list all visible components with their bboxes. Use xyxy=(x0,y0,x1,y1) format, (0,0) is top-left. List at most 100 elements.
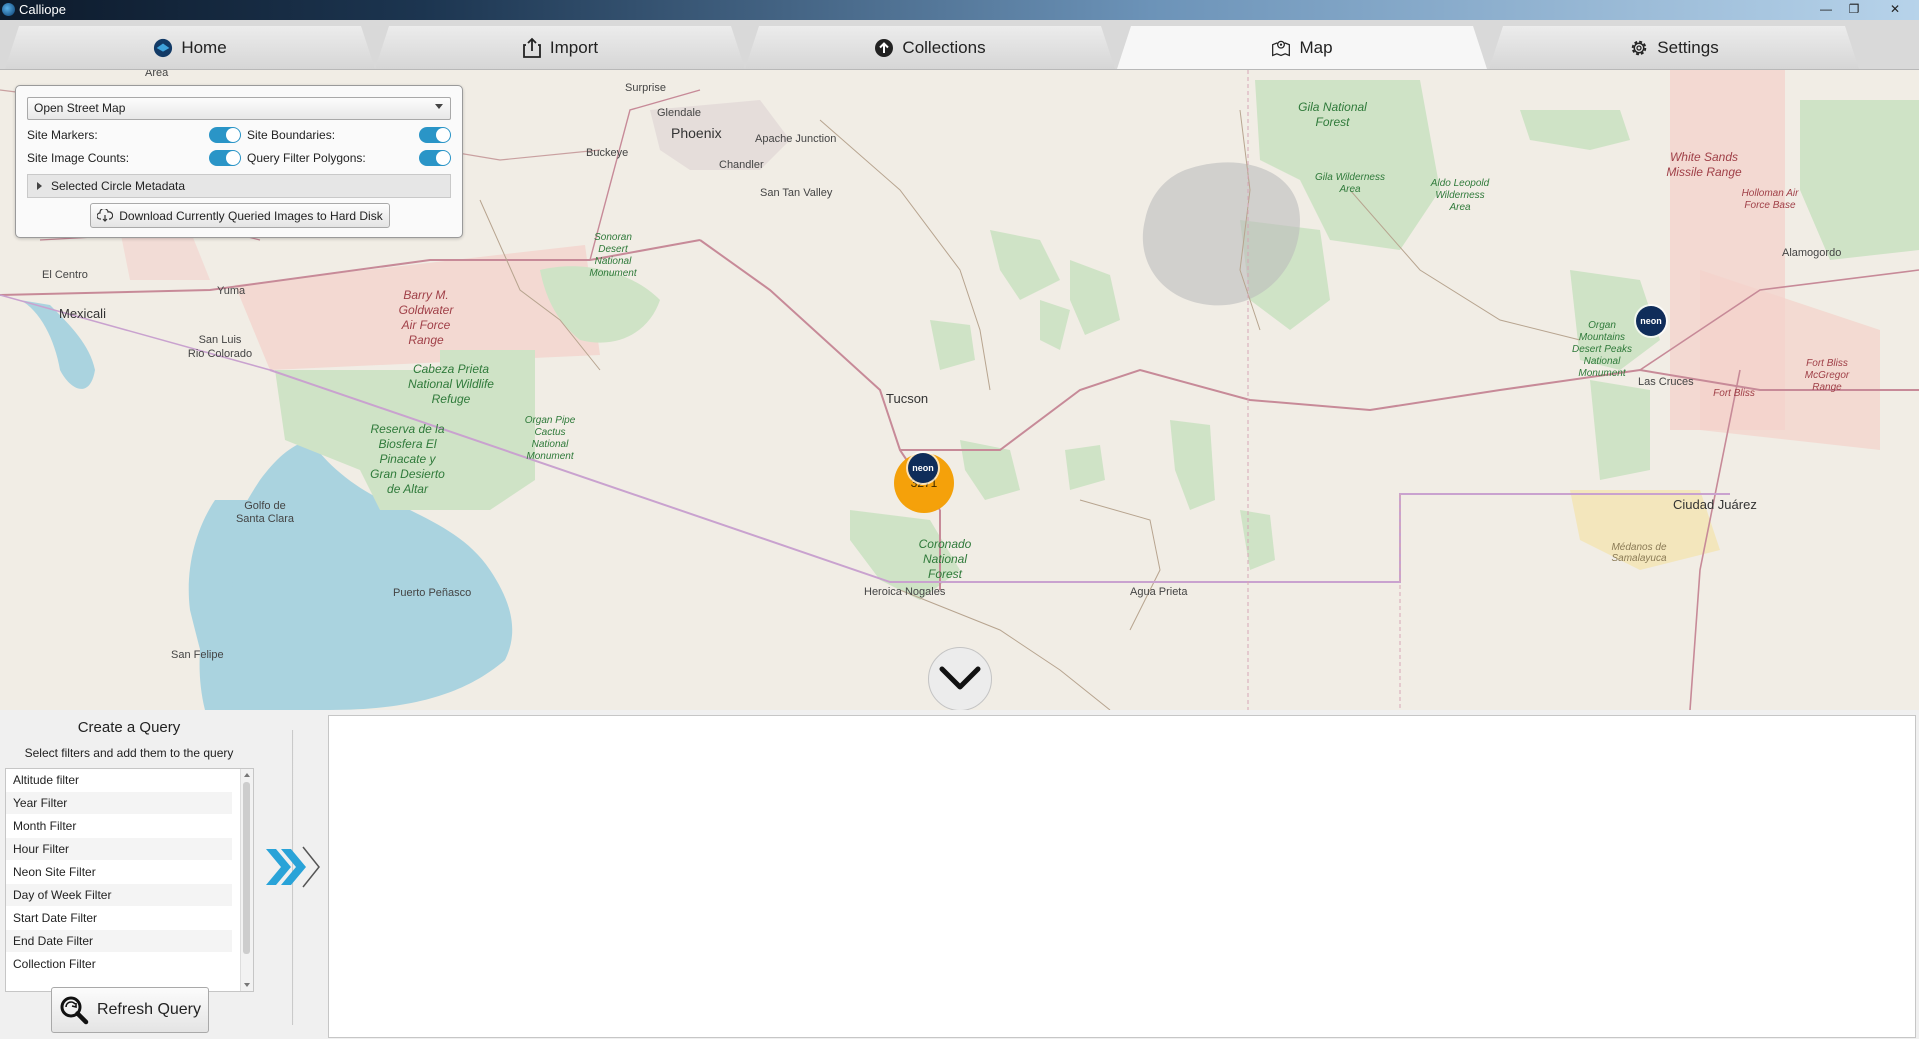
restore-icon[interactable]: ❐ xyxy=(1843,2,1865,17)
map-label-glendale: Glendale xyxy=(657,107,702,119)
tab-map[interactable]: Map xyxy=(1117,26,1487,69)
tab-collections[interactable]: Collections xyxy=(745,26,1115,69)
download-images-button[interactable]: Download Currently Queried Images to Har… xyxy=(90,203,390,228)
query-filter-polygons-label: Query Filter Polygons: xyxy=(247,151,366,165)
map-label-heroica-nogales: Heroica Nogales xyxy=(864,586,946,598)
tab-label: Map xyxy=(1299,37,1333,57)
filter-list-scrollbar[interactable] xyxy=(240,769,253,991)
main-tab-bar: Home Import Collections Map Settings xyxy=(0,20,1919,70)
neon-site-marker[interactable]: neon xyxy=(1636,306,1666,336)
expand-triangle-icon xyxy=(37,182,42,190)
gear-icon xyxy=(1629,38,1649,58)
list-item[interactable]: Collection Filter xyxy=(6,953,232,976)
tab-settings[interactable]: Settings xyxy=(1489,26,1859,69)
map-label-organ-pipe: Organ Pipe Cactus National Monument xyxy=(524,415,576,462)
window-titlebar: Calliope — ❐ ✕ xyxy=(0,0,1919,20)
list-item[interactable]: Start Date Filter xyxy=(6,907,232,930)
map-label-gila-nf: Gila National Forest xyxy=(1298,100,1367,129)
scroll-down-icon[interactable] xyxy=(244,983,250,987)
neon-site-marker[interactable]: neon xyxy=(908,453,938,483)
map-label-fort-bliss: Fort Bliss xyxy=(1713,388,1755,399)
site-markers-toggle[interactable] xyxy=(209,127,241,143)
map-label-alamogordo: Alamogordo xyxy=(1782,247,1842,259)
map-label-mexicali: Mexicali xyxy=(59,306,106,321)
dropdown-arrow-icon xyxy=(435,104,443,109)
query-filter-polygons-toggle[interactable] xyxy=(419,150,451,166)
map-label-reserva: Reserva de la Biosfera El Pinacate y Gra… xyxy=(370,422,445,496)
metadata-label: Selected Circle Metadata xyxy=(51,179,186,193)
toggle-knob xyxy=(436,151,450,165)
map-label-san-tan-valley: San Tan Valley xyxy=(760,187,833,199)
list-item[interactable]: Month Filter xyxy=(6,815,232,838)
map-label-fort-bliss-mcgregor: Fort Bliss McGregor Range xyxy=(1804,358,1850,393)
map-layer-select[interactable]: Open Street Map xyxy=(27,97,451,120)
map-label-yuma: Yuma xyxy=(217,285,246,297)
close-icon[interactable]: ✕ xyxy=(1881,2,1909,17)
map-label-san-luis: San Luis Rio Colorado xyxy=(187,334,253,360)
tab-label: Home xyxy=(181,37,227,57)
list-item[interactable]: End Date Filter xyxy=(6,930,232,953)
map-label-surprise: Surprise xyxy=(625,82,666,94)
list-item[interactable]: Year Filter xyxy=(6,792,232,815)
filter-list[interactable]: Altitude filter Year Filter Month Filter… xyxy=(5,768,254,992)
list-item[interactable]: Day of Week Filter xyxy=(6,884,232,907)
map-layer-value: Open Street Map xyxy=(34,101,126,115)
tab-home[interactable]: Home xyxy=(5,26,375,69)
map-options-panel: Open Street Map Site Markers: Site Bound… xyxy=(15,85,463,238)
site-image-counts-toggle[interactable] xyxy=(209,150,241,166)
cloud-download-icon xyxy=(97,209,114,222)
site-markers-label: Site Markers: xyxy=(27,128,98,142)
map-label-medanos: Médanos de Samalayuca xyxy=(1611,542,1667,564)
map-label-las-cruces: Las Cruces xyxy=(1638,376,1694,388)
upload-circle-icon xyxy=(874,38,894,58)
selected-circle-metadata-expander[interactable]: Selected Circle Metadata xyxy=(27,174,451,198)
map-label-area: Area xyxy=(145,70,169,79)
map-label-gila-wilderness: Gila Wilderness Area xyxy=(1315,172,1385,195)
toggle-knob xyxy=(226,128,240,142)
site-boundaries-toggle[interactable] xyxy=(419,127,451,143)
refresh-query-button[interactable]: Refresh Query xyxy=(51,987,209,1033)
map-label-cabeza-prieta: Cabeza Prieta National Wildlife Refuge xyxy=(408,362,494,406)
search-refresh-icon xyxy=(60,996,89,1025)
query-subtitle: Select filters and add them to the query xyxy=(24,746,234,760)
query-builder-area: Create a Query Select filters and add th… xyxy=(0,710,1919,1039)
scroll-up-icon[interactable] xyxy=(244,773,250,777)
window-title: Calliope xyxy=(19,2,66,17)
tab-label: Settings xyxy=(1657,37,1719,57)
map-label-organ-mountains: Organ Mountains Desert Peaks National Mo… xyxy=(1571,320,1633,379)
map-label-phoenix: Phoenix xyxy=(671,125,722,141)
query-builder-panel[interactable] xyxy=(328,715,1916,1038)
tab-import[interactable]: Import xyxy=(375,26,745,69)
map-label-aldo-leopold: Aldo Leopold Wilderness Area xyxy=(1430,178,1490,213)
import-icon xyxy=(522,38,542,58)
neon-marker-label: neon xyxy=(912,463,934,473)
tab-label: Import xyxy=(549,37,599,57)
map-label-tucson: Tucson xyxy=(886,391,929,406)
chevron-down-icon xyxy=(939,666,981,690)
toggle-knob xyxy=(436,128,450,142)
map-label-san-felipe: San Felipe xyxy=(171,649,224,661)
map-label-barry-goldwater: Barry M. Goldwater Air Force Range xyxy=(398,288,454,347)
list-item[interactable]: Neon Site Filter xyxy=(6,861,232,884)
map-label-sonoran: Sonoran Desert National Monument xyxy=(589,232,637,279)
collapse-map-button[interactable] xyxy=(928,647,992,710)
download-label: Download Currently Queried Images to Har… xyxy=(119,208,383,223)
map-label-buckeye: Buckeye xyxy=(586,147,629,159)
map-label-el-centro: El Centro xyxy=(42,269,88,281)
map-label-coronado: Coronado National Forest xyxy=(918,537,972,581)
map-label-ciudad-juarez: Ciudad Juárez xyxy=(1673,497,1757,512)
list-item[interactable]: Altitude filter xyxy=(6,769,232,792)
refresh-label: Refresh Query xyxy=(96,1001,202,1018)
double-chevron-right-icon[interactable] xyxy=(263,845,321,889)
map-label-holloman: Holloman Air Force Base xyxy=(1741,188,1799,211)
scrollbar-thumb[interactable] xyxy=(243,782,250,954)
map-label-agua-prieta: Agua Prieta xyxy=(1130,586,1188,598)
calliope-app-icon xyxy=(2,3,15,16)
map-label-apache-junction: Apache Junction xyxy=(755,133,837,145)
map-label-golfo: Golfo de Santa Clara xyxy=(235,500,295,525)
minimize-icon[interactable]: — xyxy=(1815,2,1837,17)
neon-marker-label: neon xyxy=(1640,316,1662,326)
query-title: Create a Query xyxy=(77,719,181,736)
list-item[interactable]: Hour Filter xyxy=(6,838,232,861)
map-label-puerto-penasco: Puerto Peñasco xyxy=(393,587,472,599)
